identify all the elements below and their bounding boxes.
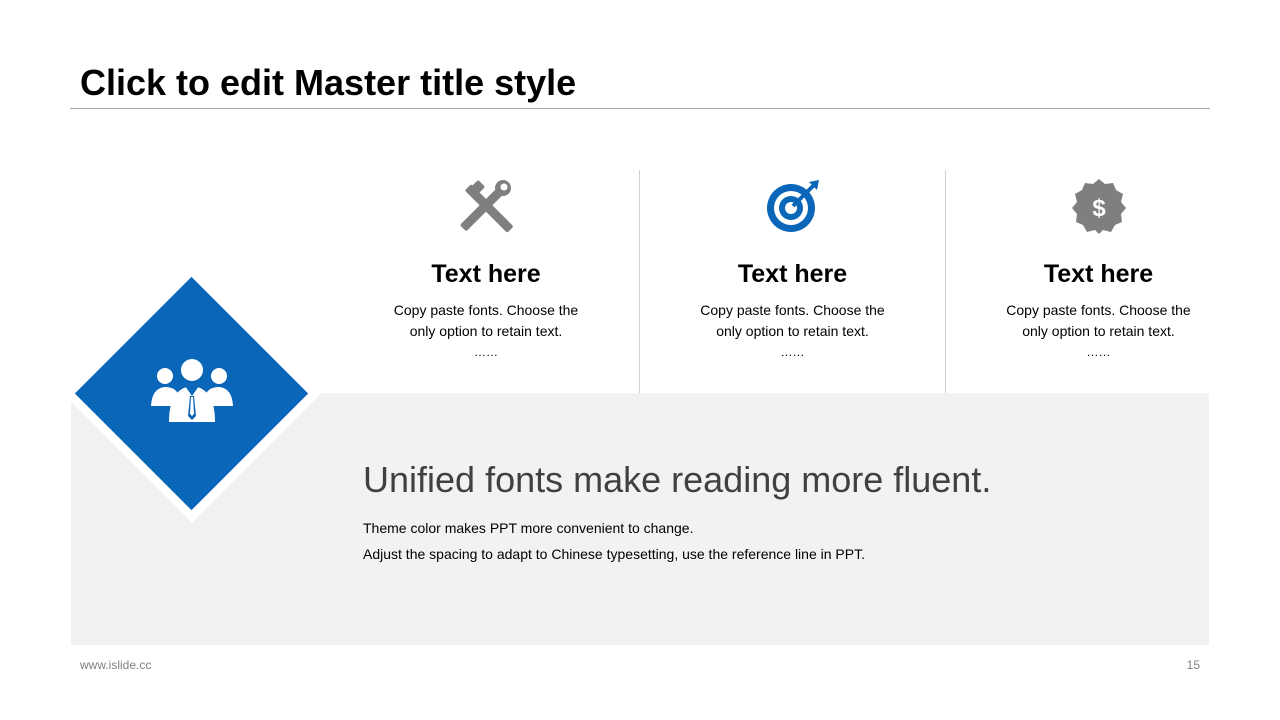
column-text: Copy paste fonts. Choose the only option…	[1006, 302, 1191, 339]
panel-headline: Unified fonts make reading more fluent.	[363, 459, 992, 500]
column-ellipsis: ……	[474, 345, 498, 359]
footer-url: www.islide.cc	[80, 658, 152, 672]
diamond-badge	[68, 270, 315, 517]
feature-column-3: $ Text here Copy paste fonts. Choose the…	[945, 170, 1251, 393]
panel-body-line-1: Theme color makes PPT more convenient to…	[363, 520, 694, 536]
column-ellipsis: ……	[1086, 345, 1111, 359]
panel-body-line-2: Adjust the spacing to adapt to Chinese t…	[363, 546, 865, 562]
target-icon	[766, 180, 819, 232]
feature-column-2: Text here Copy paste fonts. Choose the o…	[639, 170, 945, 393]
column-text: Copy paste fonts. Choose the only option…	[393, 302, 579, 339]
dollar-badge-icon: $	[1071, 179, 1126, 234]
team-people-icon	[151, 359, 233, 422]
page-number: 15	[1186, 658, 1200, 672]
svg-text:$: $	[1092, 195, 1106, 222]
column-heading: Text here	[1043, 260, 1154, 288]
column-heading: Text here	[737, 260, 848, 288]
column-heading: Text here	[431, 260, 541, 288]
slide-title: Click to edit Master title style	[80, 62, 577, 103]
tools-icon	[460, 180, 513, 233]
column-ellipsis: ……	[780, 345, 805, 359]
column-text: Copy paste fonts. Choose the only option…	[700, 302, 885, 339]
feature-column-1: Text here Copy paste fonts. Choose the o…	[333, 170, 639, 393]
title-divider	[70, 108, 1210, 109]
